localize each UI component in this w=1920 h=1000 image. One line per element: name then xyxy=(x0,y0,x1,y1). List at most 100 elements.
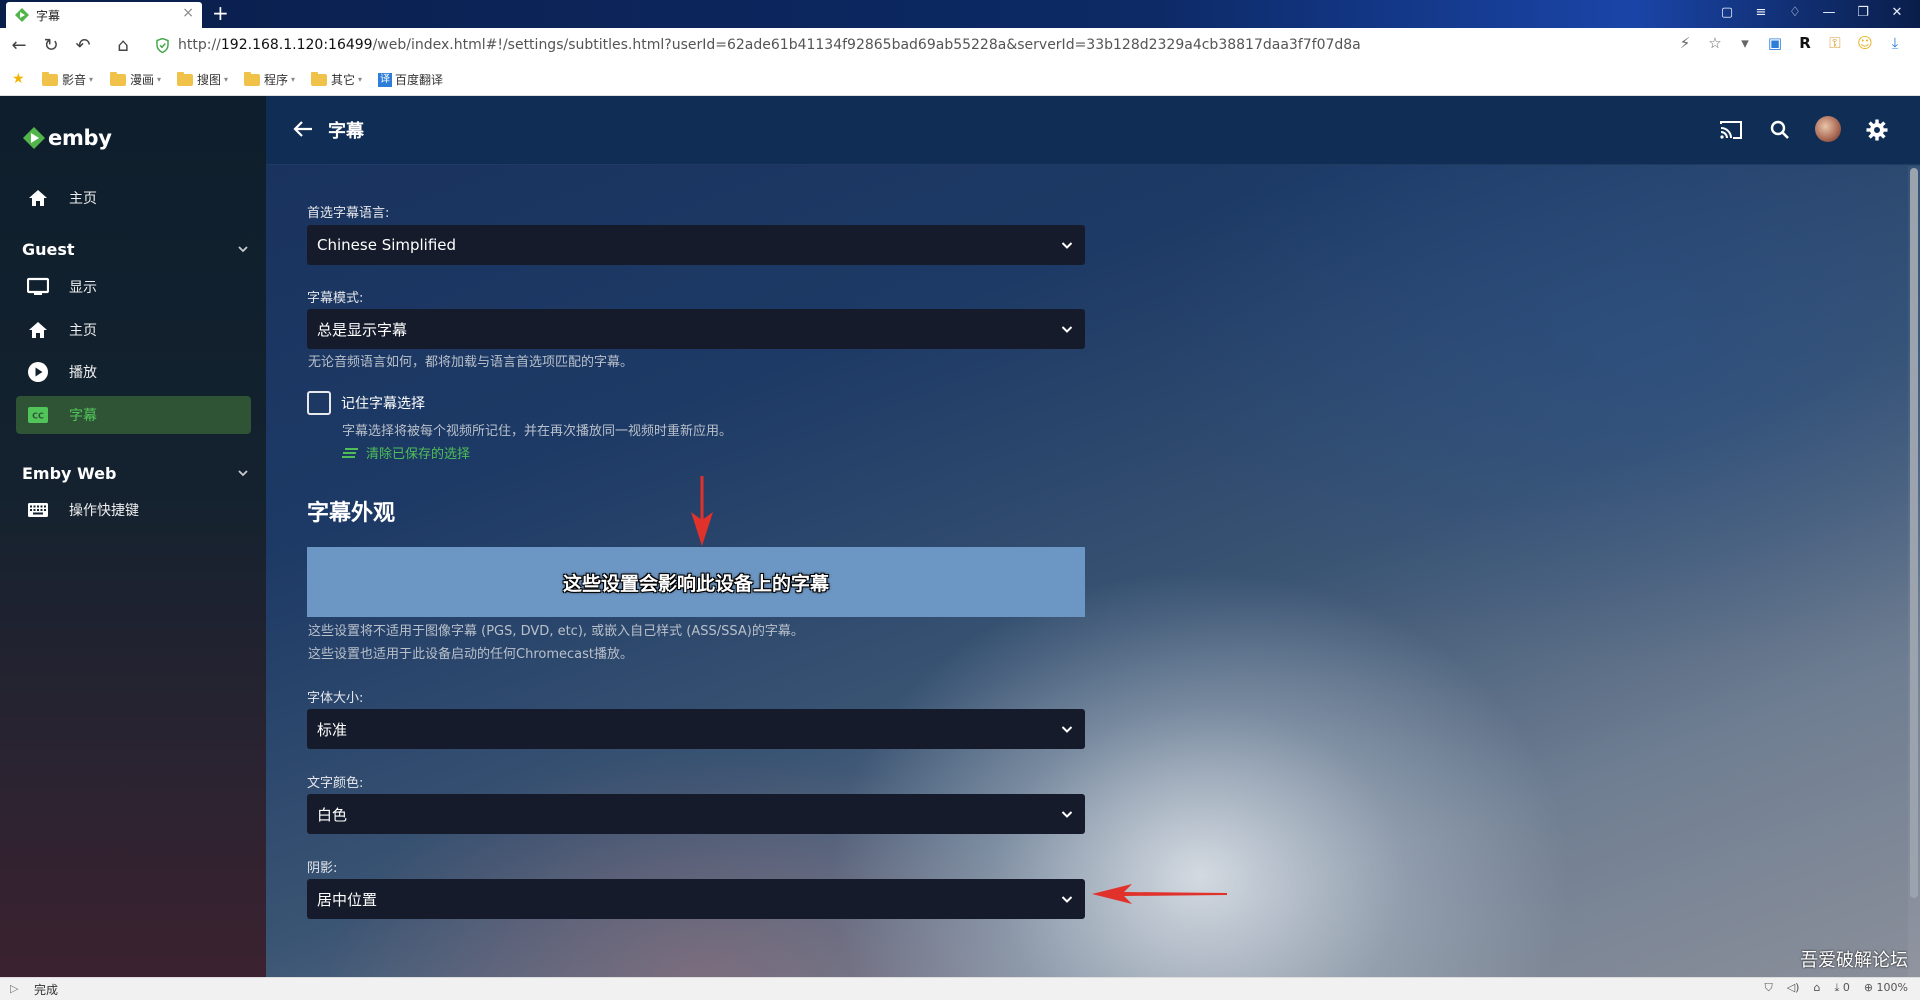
bookmark-folder[interactable]: 其它 ▾ xyxy=(311,71,362,88)
download-count[interactable]: ⤓ 0 xyxy=(1834,981,1849,995)
browser-toolbar-right: ⚡ ☆ ▾ ▣ R ⚿ ☺ ⤓ xyxy=(1670,34,1910,52)
url-field[interactable]: http://192.168.1.120:16499/web/index.htm… xyxy=(152,35,1662,57)
section-guest[interactable]: Guest xyxy=(22,237,248,261)
tab-title: 字幕 xyxy=(36,9,61,23)
chevron-down-icon xyxy=(1061,811,1073,818)
font-size-select[interactable]: 标准 xyxy=(307,709,1085,749)
svg-text:CC: CC xyxy=(32,412,44,421)
key-icon[interactable]: ⚿ xyxy=(1820,34,1850,52)
text-color-label: 文字颜色: xyxy=(307,776,364,791)
emby-logo[interactable]: emby xyxy=(22,126,112,150)
font-size-label: 字体大小: xyxy=(307,691,364,706)
zoom-level[interactable]: ⊕ 100% xyxy=(1864,981,1908,995)
home-icon xyxy=(27,187,49,209)
menu-icon[interactable]: ≡ xyxy=(1744,2,1778,24)
chevron-down-icon xyxy=(1061,896,1073,903)
shield-icon[interactable]: ⛉ xyxy=(1764,981,1772,995)
subtitle-mode-select[interactable]: 总是显示字幕 xyxy=(307,309,1085,349)
chevron-down-icon xyxy=(1061,726,1073,733)
restore-icon[interactable]: ❐ xyxy=(1846,2,1880,24)
translate-icon[interactable]: ▣ xyxy=(1760,34,1790,52)
closed-caption-icon: CC xyxy=(27,404,49,426)
back-arrow-icon[interactable] xyxy=(292,118,314,140)
sidebar-item-subtitles[interactable]: CC 字幕 xyxy=(16,396,251,434)
emby-app: emby 主页 Guest 显示 主页 播放 CC 字幕 Emby Web 操作… xyxy=(0,96,1920,977)
appearance-help-2: 这些设置也适用于此设备启动的任何Chromecast播放。 xyxy=(308,647,633,662)
browser-status-bar: ▷ 完成 ⛉ ◁) ⌂ ⤓ 0 ⊕ 100% xyxy=(0,977,1920,1000)
gear-icon[interactable] xyxy=(1865,118,1889,142)
keyboard-icon xyxy=(27,499,49,521)
scrollbar-thumb[interactable] xyxy=(1910,168,1918,898)
search-icon[interactable] xyxy=(1768,118,1792,142)
bookmark-folder[interactable]: 程序 ▾ xyxy=(244,71,295,88)
tab-count-icon[interactable]: ▢ xyxy=(1710,2,1744,24)
bookmark-folder[interactable]: 影音 ▾ xyxy=(42,71,93,88)
secure-shield-icon xyxy=(156,38,169,53)
reload-icon[interactable]: ↻ xyxy=(40,35,62,57)
sidebar: emby 主页 Guest 显示 主页 播放 CC 字幕 Emby Web 操作… xyxy=(0,96,266,977)
avatar[interactable] xyxy=(1815,116,1841,142)
play-circle-icon xyxy=(27,361,49,383)
red-annotation-arrow-left xyxy=(1092,884,1227,904)
lock-icon[interactable]: ⌂ xyxy=(1813,981,1820,995)
emby-logo-icon xyxy=(23,127,45,149)
subtitle-preview: 这些设置会影响此设备上的字幕 xyxy=(307,547,1085,617)
chevron-down-icon xyxy=(238,246,248,253)
window-controls: ▢ ≡ ♢ — ❐ ✕ xyxy=(1710,2,1914,24)
tab-close-icon[interactable]: × xyxy=(182,5,194,21)
browser-tab[interactable]: 字幕 × xyxy=(6,2,202,28)
monitor-icon xyxy=(27,276,49,298)
back-icon[interactable]: ← xyxy=(8,35,30,57)
sidebar-item-home[interactable]: 主页 xyxy=(16,179,251,217)
window-close-icon[interactable]: ✕ xyxy=(1880,2,1914,24)
watermark: 吾爱破解论坛 xyxy=(1800,950,1908,971)
star-icon[interactable]: ☆ xyxy=(1700,34,1730,52)
app-header: 字幕 xyxy=(266,96,1920,165)
text-color-select[interactable]: 白色 xyxy=(307,794,1085,834)
chevron-down-icon xyxy=(1061,242,1073,249)
sidebar-item-keyboard-shortcuts[interactable]: 操作快捷键 xyxy=(16,491,251,529)
new-tab-icon[interactable]: + xyxy=(212,1,229,25)
preferred-language-label: 首选字幕语言: xyxy=(307,206,390,221)
sidebar-item-display[interactable]: 显示 xyxy=(16,268,251,306)
clear-saved-selections-link[interactable]: 清除已保存的选择 xyxy=(342,443,470,462)
cast-icon[interactable] xyxy=(1719,118,1743,142)
section-emby-web[interactable]: Emby Web xyxy=(22,461,248,485)
remember-selection-checkbox[interactable] xyxy=(307,391,331,415)
remember-selection-label: 记住字幕选择 xyxy=(341,396,425,412)
list-icon xyxy=(342,447,358,458)
subtitle-mode-help: 无论音频语言如何，都将加载与语言首选项匹配的字幕。 xyxy=(308,355,634,370)
play-icon[interactable]: ▷ xyxy=(10,982,18,995)
reader-icon[interactable]: R xyxy=(1790,34,1820,52)
speaker-icon[interactable]: ◁) xyxy=(1787,981,1800,995)
status-text: 完成 xyxy=(34,983,59,997)
bookmark-folder[interactable]: 漫画 ▾ xyxy=(110,71,161,88)
url-text: http://192.168.1.120:16499/web/index.htm… xyxy=(178,37,1361,53)
shadow-label: 阴影: xyxy=(307,861,338,876)
appearance-section-title: 字幕外观 xyxy=(307,501,396,526)
preferred-language-select[interactable]: Chinese Simplified xyxy=(307,225,1085,265)
download-icon[interactable]: ⤓ xyxy=(1880,34,1910,52)
chevron-down-icon xyxy=(1061,326,1073,333)
home-icon[interactable]: ⌂ xyxy=(112,35,134,57)
dropdown-icon[interactable]: ▾ xyxy=(1730,34,1760,52)
red-annotation-arrow-down xyxy=(691,476,713,546)
emoji-icon[interactable]: ☺ xyxy=(1850,34,1880,52)
favorites-star-icon[interactable]: ★ xyxy=(12,71,25,87)
subtitle-mode-label: 字幕模式: xyxy=(307,291,364,306)
page-title: 字幕 xyxy=(328,121,364,142)
sidebar-item-playback[interactable]: 播放 xyxy=(16,353,251,391)
bookmarks-bar: ★ 影音 ▾ 漫画 ▾ 搜图 ▾ 程序 ▾ 其它 ▾ 译百度翻译 xyxy=(0,63,1920,96)
bookmark-folder[interactable]: 搜图 ▾ xyxy=(177,71,228,88)
browser-tab-strip: 字幕 × + ▢ ≡ ♢ — ❐ ✕ xyxy=(0,0,1920,28)
minimize-icon[interactable]: — xyxy=(1812,2,1846,24)
remember-selection-help: 字幕选择将被每个视频所记住，并在再次播放同一视频时重新应用。 xyxy=(342,424,733,439)
bookmark-link[interactable]: 译百度翻译 xyxy=(378,71,443,88)
sidebar-item-guest-home[interactable]: 主页 xyxy=(16,311,251,349)
home-icon xyxy=(27,319,49,341)
undo-icon[interactable]: ↶ xyxy=(72,35,94,57)
skin-icon[interactable]: ♢ xyxy=(1778,2,1812,24)
lightning-icon[interactable]: ⚡ xyxy=(1670,34,1700,52)
shadow-select[interactable]: 居中位置 xyxy=(307,879,1085,919)
appearance-help-1: 这些设置将不适用于图像字幕 (PGS, DVD, etc), 或嵌入自己样式 (… xyxy=(308,624,804,639)
